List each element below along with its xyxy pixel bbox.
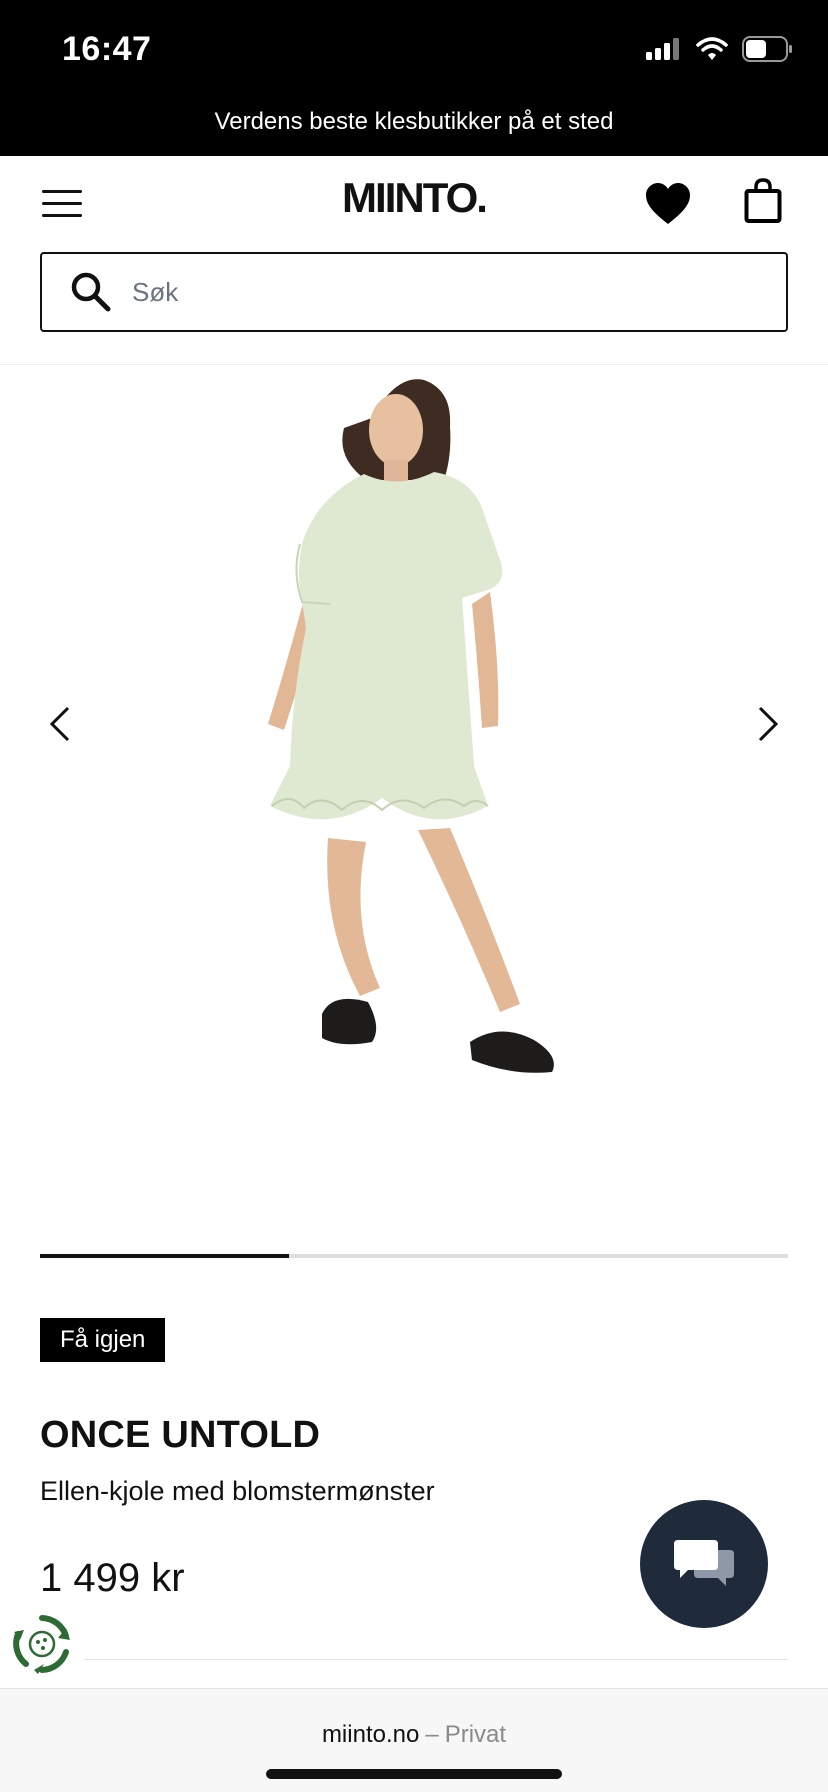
info-divider bbox=[84, 1659, 788, 1660]
url-domain: miinto.no bbox=[321, 1721, 420, 1748]
browsing-mode: Privat bbox=[444, 1721, 507, 1748]
heart-icon[interactable] bbox=[644, 182, 692, 226]
search-input[interactable] bbox=[132, 276, 732, 308]
status-time: 16:47 bbox=[62, 30, 152, 68]
site-header: MIINTO. bbox=[0, 156, 828, 248]
chevron-right-icon[interactable] bbox=[748, 694, 788, 754]
product-name: Ellen-kjole med blomstermønster bbox=[40, 1476, 435, 1506]
top-bar: 16:47 Verdens beste klesbutikker på et s… bbox=[0, 0, 828, 156]
product-image[interactable] bbox=[0, 366, 828, 1236]
product-price: 1 499 kr bbox=[40, 1556, 185, 1600]
url-separator: – bbox=[425, 1721, 439, 1748]
shopping-bag-icon[interactable] bbox=[744, 178, 782, 224]
chat-button[interactable] bbox=[640, 1500, 768, 1628]
gallery-progress bbox=[40, 1254, 788, 1258]
cellular-signal-icon bbox=[646, 38, 679, 60]
status-icons bbox=[646, 36, 794, 62]
header-divider bbox=[0, 364, 828, 365]
cashback-badge: Få igjen bbox=[40, 1318, 166, 1362]
browser-bottom-bar: miinto.no – Privat bbox=[0, 1688, 828, 1792]
screen: 16:47 Verdens beste klesbutikker på et s… bbox=[0, 0, 828, 1792]
recycle-badge-icon[interactable] bbox=[12, 1614, 72, 1674]
brand-logo[interactable]: MIINTO. bbox=[0, 174, 828, 222]
wifi-icon bbox=[696, 37, 728, 60]
search-box[interactable] bbox=[40, 252, 788, 332]
promo-banner: Verdens beste klesbutikker på et sted bbox=[214, 108, 614, 135]
battery-icon bbox=[742, 36, 792, 62]
search-icon bbox=[71, 272, 111, 312]
product-brand[interactable]: ONCE UNTOLD bbox=[40, 1414, 320, 1457]
gallery-progress-fill bbox=[40, 1254, 290, 1258]
product-gallery[interactable] bbox=[0, 366, 828, 1236]
chat-bubbles-icon bbox=[674, 1540, 734, 1586]
browser-url[interactable]: miinto.no – Privat bbox=[0, 1721, 828, 1749]
home-indicator[interactable] bbox=[266, 1769, 562, 1779]
